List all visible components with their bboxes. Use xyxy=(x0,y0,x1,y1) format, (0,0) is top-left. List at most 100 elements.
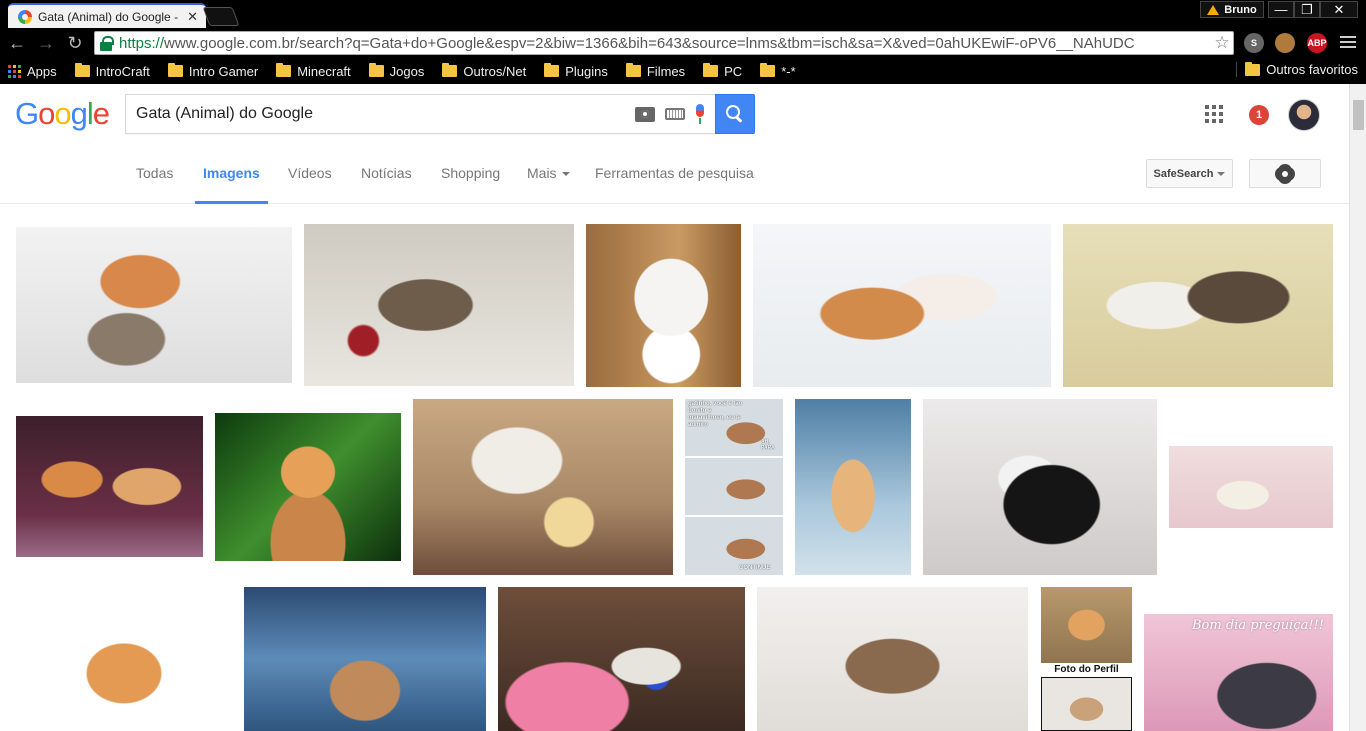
meme-caption-bottom: CONTINUE xyxy=(739,565,771,571)
folder-icon xyxy=(167,63,183,77)
camera-icon[interactable] xyxy=(635,106,655,122)
image-result[interactable] xyxy=(586,224,741,387)
settings-button[interactable] xyxy=(1249,159,1321,188)
image-result[interactable] xyxy=(498,587,745,731)
back-button[interactable]: ← xyxy=(6,32,28,54)
bookmark-label: Intro Gamer xyxy=(188,63,259,79)
cookie-extension-icon[interactable] xyxy=(1275,33,1295,53)
bookmark-label: Jogos xyxy=(389,63,425,79)
bookmark-folder[interactable]: Filmes xyxy=(625,63,686,79)
bookmark-label: PC xyxy=(724,63,743,79)
search-icon xyxy=(726,105,744,123)
image-result[interactable] xyxy=(215,413,401,561)
image-result-meme[interactable]: gatinho, você é tão bonito e maravilhoso… xyxy=(685,399,783,575)
bookmark-folder[interactable]: PC xyxy=(703,63,743,79)
scrollbar-thumb[interactable] xyxy=(1353,100,1364,130)
search-input[interactable]: Gata (Animal) do Google xyxy=(125,94,715,134)
image-result[interactable] xyxy=(1169,446,1333,528)
folder-icon xyxy=(625,63,641,77)
avatar[interactable] xyxy=(1288,99,1320,131)
image-result[interactable] xyxy=(757,587,1028,731)
image-result[interactable] xyxy=(795,399,911,575)
image-result[interactable] xyxy=(16,227,292,383)
bookmark-folder[interactable]: Jogos xyxy=(368,63,425,79)
folder-icon xyxy=(276,63,292,77)
bookmark-apps[interactable]: Apps xyxy=(8,64,57,79)
url-text[interactable]: https://www.google.com.br/search?q=Gata+… xyxy=(119,35,1211,52)
google-favicon-icon xyxy=(18,9,32,24)
tab-todas[interactable]: Todas xyxy=(136,144,173,204)
bookmark-label: IntroCraft xyxy=(95,63,150,79)
skype-extension-icon[interactable]: S xyxy=(1244,33,1264,53)
folder-icon xyxy=(442,63,458,77)
bookmark-folder[interactable]: Plugins xyxy=(544,63,608,79)
search-query[interactable]: Gata (Animal) do Google xyxy=(136,105,635,123)
bookmark-star-icon[interactable]: ☆ xyxy=(1211,33,1233,53)
search-button[interactable] xyxy=(715,94,755,134)
chrome-menu-icon[interactable] xyxy=(1340,34,1356,50)
folder-icon xyxy=(544,63,560,77)
tab-videos[interactable]: Vídeos xyxy=(288,144,332,204)
folder-icon xyxy=(1245,61,1261,76)
image-result[interactable] xyxy=(1063,224,1333,387)
tab-close-icon[interactable]: ✕ xyxy=(187,9,198,25)
other-bookmarks[interactable]: Outros favoritos xyxy=(1236,61,1358,77)
folder-icon xyxy=(74,63,90,77)
lock-icon xyxy=(99,35,114,51)
bookmark-folder[interactable]: *-* xyxy=(760,63,796,79)
safesearch-label: SafeSearch xyxy=(1153,167,1214,180)
image-result[interactable] xyxy=(244,587,486,731)
bookmark-label: Filmes xyxy=(646,63,686,79)
logo-letter: G xyxy=(15,96,39,131)
adblock-plus-icon[interactable]: ABP xyxy=(1307,33,1327,53)
chevron-down-icon xyxy=(1217,171,1226,176)
bookmarks-bar: Apps IntroCraft Intro Gamer Minecraft Jo… xyxy=(0,58,1366,84)
meme-caption-top: gatinho, você é tão bonito e maravilhoso… xyxy=(688,401,743,428)
bookmark-label: Outros/Net xyxy=(463,63,527,79)
bookmark-label: Apps xyxy=(27,63,57,79)
profile-button[interactable]: Bruno xyxy=(1200,1,1264,18)
image-result[interactable] xyxy=(413,399,673,575)
folder-icon xyxy=(760,63,776,77)
image-result[interactable]: Bom dia preguiça!!! xyxy=(1144,614,1333,731)
chevron-down-icon xyxy=(561,172,570,177)
tab-noticias[interactable]: Notícias xyxy=(361,144,412,204)
address-bar[interactable]: https://www.google.com.br/search?q=Gata+… xyxy=(94,31,1234,55)
safesearch-button[interactable]: SafeSearch xyxy=(1146,159,1233,188)
google-logo[interactable]: Google xyxy=(15,96,110,132)
tab-mais-label: Mais xyxy=(527,165,557,181)
new-tab-button[interactable] xyxy=(202,7,240,26)
image-result[interactable] xyxy=(16,587,232,731)
bookmark-folder[interactable]: Minecraft xyxy=(276,63,351,79)
google-header: Google Gata (Animal) do Google 1 xyxy=(0,84,1349,144)
url-protocol: https:// xyxy=(119,34,165,52)
image-result[interactable] xyxy=(753,224,1051,387)
reload-button[interactable]: ↻ xyxy=(64,32,86,54)
apps-launcher-icon[interactable] xyxy=(1205,105,1223,123)
tab-mais[interactable]: Mais xyxy=(527,144,570,204)
minimize-button[interactable]: — xyxy=(1268,1,1294,18)
browser-tab[interactable]: Gata (Animal) do Google - ✕ xyxy=(8,3,206,28)
google-images-page: Google Gata (Animal) do Google 1 Todas I… xyxy=(0,84,1349,731)
profile-caption: Foto do Perfil xyxy=(1041,664,1132,676)
image-result[interactable] xyxy=(16,416,203,557)
apps-grid-icon xyxy=(8,64,21,78)
image-result[interactable] xyxy=(923,399,1157,575)
image-result-profile[interactable]: Foto do Perfil xyxy=(1041,587,1132,731)
tab-ferramentas[interactable]: Ferramentas de pesquisa xyxy=(595,144,754,204)
bookmark-folder[interactable]: Outros/Net xyxy=(442,63,527,79)
notifications-badge[interactable]: 1 xyxy=(1249,105,1269,125)
tab-shopping[interactable]: Shopping xyxy=(441,144,500,204)
bookmark-label: *-* xyxy=(781,63,796,79)
page-scrollbar[interactable] xyxy=(1349,84,1366,731)
tab-imagens[interactable]: Imagens xyxy=(195,144,268,204)
bookmark-folder[interactable]: Intro Gamer xyxy=(167,63,259,79)
microphone-icon[interactable] xyxy=(695,104,705,124)
image-result[interactable] xyxy=(304,224,574,386)
close-window-button[interactable]: ✕ xyxy=(1320,1,1358,18)
forward-button[interactable]: → xyxy=(35,32,57,54)
keyboard-icon[interactable] xyxy=(665,108,685,120)
restore-button[interactable]: ❐ xyxy=(1294,1,1320,18)
tab-title: Gata (Animal) do Google - xyxy=(38,9,179,24)
bookmark-folder[interactable]: IntroCraft xyxy=(74,63,150,79)
